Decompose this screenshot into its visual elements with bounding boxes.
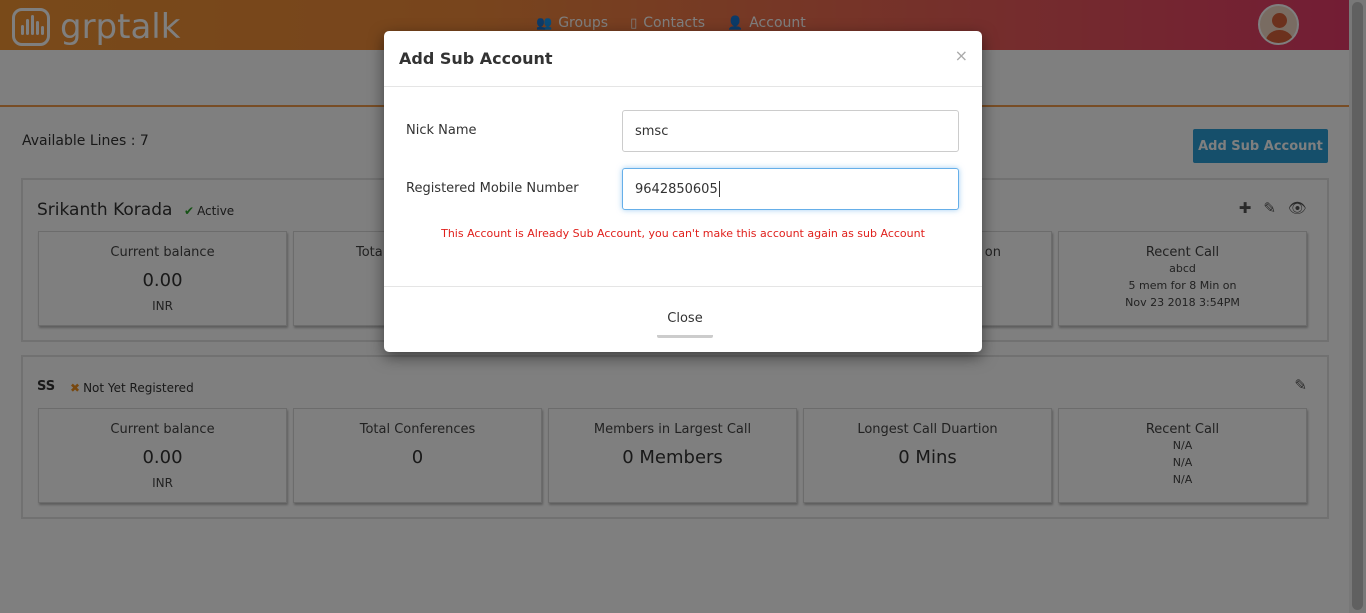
mobile-number-label: Registered Mobile Number xyxy=(406,181,579,196)
add-sub-account-modal: Add Sub Account × Nick Name smsc Registe… xyxy=(384,31,982,352)
mobile-number-input[interactable]: 9642850605 xyxy=(622,168,959,210)
nick-name-label: Nick Name xyxy=(406,123,477,138)
modal-header: Add Sub Account × xyxy=(384,31,982,87)
close-icon[interactable]: × xyxy=(955,46,968,65)
nick-name-value: smsc xyxy=(635,123,669,139)
modal-title: Add Sub Account xyxy=(399,49,553,68)
nick-name-input[interactable]: smsc xyxy=(622,110,959,152)
modal-footer: Close xyxy=(384,286,982,352)
mobile-number-value: 9642850605 xyxy=(635,181,718,197)
error-message: This Account is Already Sub Account, you… xyxy=(441,227,925,240)
close-button[interactable]: Close xyxy=(657,308,713,338)
